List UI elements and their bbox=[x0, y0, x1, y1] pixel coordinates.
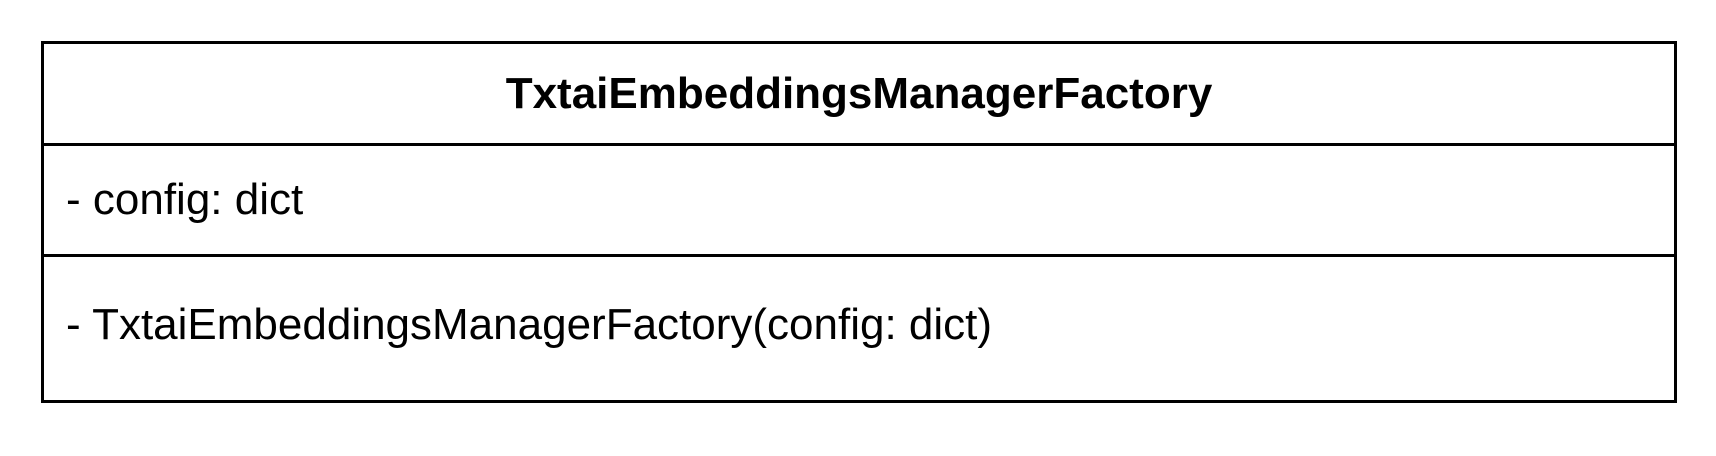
method-constructor: - TxtaiEmbeddingsManagerFactory(config: … bbox=[66, 299, 993, 349]
methods-compartment: - TxtaiEmbeddingsManagerFactory(config: … bbox=[44, 257, 1674, 400]
attributes-compartment: - config: dict bbox=[44, 146, 1674, 257]
attribute-config: - config: dict bbox=[66, 175, 304, 224]
class-name: TxtaiEmbeddingsManagerFactory bbox=[505, 68, 1213, 118]
uml-class-box: TxtaiEmbeddingsManagerFactory - config: … bbox=[41, 41, 1677, 403]
class-name-compartment: TxtaiEmbeddingsManagerFactory bbox=[44, 44, 1674, 146]
